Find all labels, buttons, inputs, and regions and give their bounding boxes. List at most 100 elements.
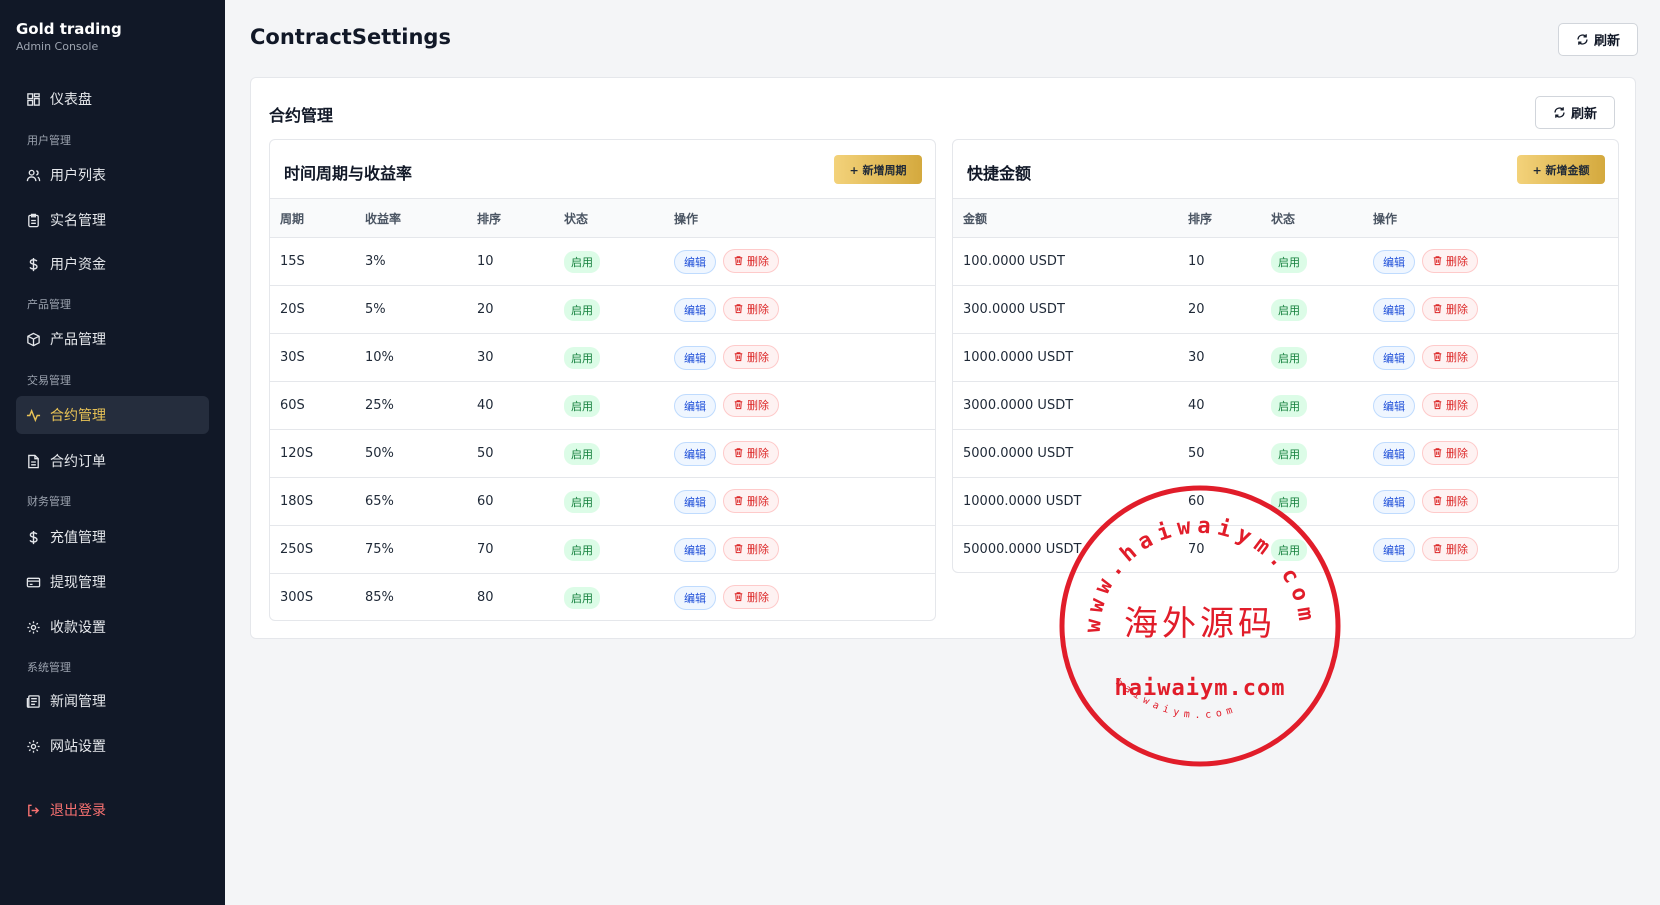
column-header: 金额 xyxy=(953,198,1188,238)
trash-icon xyxy=(734,544,743,554)
dollar-icon xyxy=(29,257,38,271)
edit-button[interactable]: 编辑 xyxy=(1373,250,1415,275)
delete-button[interactable]: 删除 xyxy=(723,488,779,513)
period-table: 周期 收益率 排序 状态 操作 15S 3% 10 启用 编辑 删除 20S 5% 20 启用 编辑 删除 30… xyxy=(270,198,935,620)
delete-button[interactable]: 删除 xyxy=(723,584,779,609)
status-badge: 启用 xyxy=(564,250,600,273)
edit-button[interactable]: 编辑 xyxy=(1373,298,1415,323)
edit-button[interactable]: 编辑 xyxy=(1373,490,1415,515)
nav-group-trade: 交易管理 xyxy=(27,374,71,387)
page-title: ContractSettings xyxy=(250,25,451,49)
sidebar-item-products[interactable]: 产品管理 xyxy=(16,320,209,358)
sidebar-item-news[interactable]: 新闻管理 xyxy=(16,682,209,720)
edit-button[interactable]: 编辑 xyxy=(674,394,716,419)
cell-actions: 编辑 删除 xyxy=(1373,429,1618,478)
cell-status: 启用 xyxy=(1271,525,1373,572)
delete-label: 删除 xyxy=(1446,542,1468,556)
edit-button[interactable]: 编辑 xyxy=(674,346,716,371)
dollar-icon xyxy=(29,530,38,544)
cell-period: 60S xyxy=(270,381,365,430)
edit-button[interactable]: 编辑 xyxy=(1373,346,1415,371)
delete-button[interactable]: 删除 xyxy=(723,392,779,417)
clipboard-icon xyxy=(28,213,39,227)
delete-button[interactable]: 删除 xyxy=(723,296,779,321)
card-refresh-button[interactable]: 刷新 xyxy=(1535,96,1615,129)
cell-actions: 编辑 删除 xyxy=(674,333,935,382)
table-row: 1000.0000 USDT 30 启用 编辑 删除 xyxy=(953,333,1618,382)
sidebar-item-recharge[interactable]: 充值管理 xyxy=(16,518,209,556)
delete-button[interactable]: 删除 xyxy=(1422,440,1478,465)
delete-button[interactable]: 删除 xyxy=(723,344,779,369)
cell-sort: 80 xyxy=(477,573,564,620)
main-content: ContractSettings 刷新 合约管理 刷新 时间周期与收益率 + 新… xyxy=(225,0,1660,905)
delete-button[interactable]: 删除 xyxy=(723,536,779,561)
edit-button[interactable]: 编辑 xyxy=(674,490,716,515)
gear-icon xyxy=(27,620,40,634)
status-badge: 启用 xyxy=(1271,442,1307,465)
cell-period: 120S xyxy=(270,429,365,478)
delete-button[interactable]: 删除 xyxy=(723,440,779,465)
edit-button[interactable]: 编辑 xyxy=(674,298,716,323)
delete-button[interactable]: 删除 xyxy=(1422,392,1478,417)
sidebar-item-contract-orders[interactable]: 合约订单 xyxy=(16,442,209,480)
sidebar-item-payment-settings[interactable]: 收款设置 xyxy=(16,608,209,646)
add-amount-button[interactable]: + 新增金额 xyxy=(1517,155,1605,184)
delete-label: 删除 xyxy=(747,590,769,604)
add-period-button[interactable]: + 新增周期 xyxy=(834,155,922,184)
amount-panel: 快捷金额 + 新增金额 金额 排序 状态 操作 100.0000 USDT 10 启用 编辑… xyxy=(952,139,1619,573)
cell-sort: 50 xyxy=(477,429,564,478)
cell-status: 启用 xyxy=(564,381,674,430)
edit-button[interactable]: 编辑 xyxy=(1373,394,1415,419)
table-row: 5000.0000 USDT 50 启用 编辑 删除 xyxy=(953,429,1618,478)
newspaper-icon xyxy=(26,694,40,708)
logout-label: 退出登录 xyxy=(50,803,106,819)
cell-rate: 5% xyxy=(365,285,477,334)
delete-button[interactable]: 删除 xyxy=(1422,248,1478,273)
header-refresh-button[interactable]: 刷新 xyxy=(1558,23,1638,56)
sidebar-item-contracts[interactable]: 合约管理 xyxy=(16,396,209,434)
cell-status: 启用 xyxy=(564,333,674,382)
delete-button[interactable]: 删除 xyxy=(723,248,779,273)
status-badge: 启用 xyxy=(1271,538,1307,561)
edit-button[interactable]: 编辑 xyxy=(1373,442,1415,467)
brand: Gold trading Admin Console xyxy=(0,0,225,80)
sidebar-item-withdraw[interactable]: 提现管理 xyxy=(16,563,209,601)
trash-icon xyxy=(734,592,743,602)
sidebar-item-user-funds[interactable]: 用户资金 xyxy=(16,245,209,283)
column-header: 操作 xyxy=(674,198,935,238)
table-header-row: 周期 收益率 排序 状态 操作 xyxy=(270,198,935,238)
delete-button[interactable]: 删除 xyxy=(1422,296,1478,321)
refresh-icon xyxy=(1577,34,1588,45)
logout-button[interactable]: 退出登录 xyxy=(16,791,209,829)
delete-label: 删除 xyxy=(747,254,769,268)
trash-icon xyxy=(734,304,743,314)
cell-rate: 25% xyxy=(365,381,477,430)
edit-button[interactable]: 编辑 xyxy=(1373,538,1415,563)
trash-icon xyxy=(1433,256,1442,266)
trash-icon xyxy=(1433,544,1442,554)
gear-icon xyxy=(27,739,40,753)
delete-label: 删除 xyxy=(747,398,769,412)
cell-amount: 1000.0000 USDT xyxy=(953,333,1188,382)
cell-sort: 20 xyxy=(477,285,564,334)
cell-actions: 编辑 删除 xyxy=(1373,525,1618,572)
cell-amount: 100.0000 USDT xyxy=(953,237,1188,286)
cell-amount: 50000.0000 USDT xyxy=(953,525,1188,572)
delete-button[interactable]: 删除 xyxy=(1422,536,1478,561)
sidebar-item-user-list[interactable]: 用户列表 xyxy=(16,156,209,194)
delete-button[interactable]: 删除 xyxy=(1422,488,1478,513)
edit-button[interactable]: 编辑 xyxy=(674,250,716,275)
contract-management-card: 合约管理 刷新 时间周期与收益率 + 新增周期 周期 收益率 排序 状态 操作 15S 3… xyxy=(250,77,1636,639)
sidebar-item-dashboard[interactable]: 仪表盘 xyxy=(16,80,209,118)
edit-button[interactable]: 编辑 xyxy=(674,538,716,563)
sidebar-item-site-settings[interactable]: 网站设置 xyxy=(16,727,209,765)
sidebar-item-real-name[interactable]: 实名管理 xyxy=(16,201,209,239)
edit-button[interactable]: 编辑 xyxy=(674,442,716,467)
cell-period: 250S xyxy=(270,525,365,574)
cell-actions: 编辑 删除 xyxy=(674,381,935,430)
trash-icon xyxy=(1433,448,1442,458)
cell-sort: 70 xyxy=(1188,525,1271,572)
edit-button[interactable]: 编辑 xyxy=(674,586,716,611)
delete-button[interactable]: 删除 xyxy=(1422,344,1478,369)
cell-amount: 3000.0000 USDT xyxy=(953,381,1188,430)
